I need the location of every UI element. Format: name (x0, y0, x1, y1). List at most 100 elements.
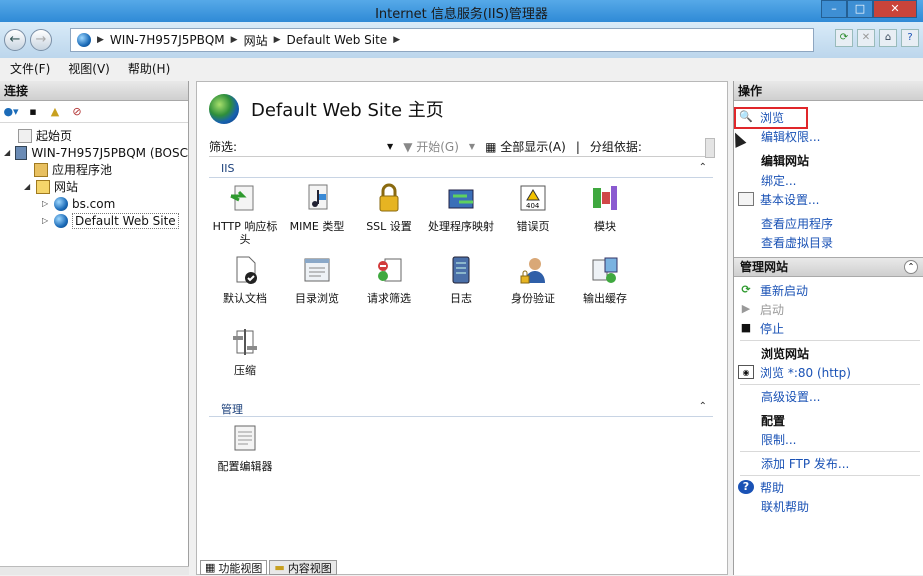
close-button[interactable]: ✕ (873, 0, 917, 18)
menu-help[interactable]: 帮助(H) (128, 60, 170, 77)
highlight-box (734, 107, 808, 129)
configuration-editor-icon (229, 422, 261, 454)
menu-bar: 文件(F) 视图(V) 帮助(H) (0, 58, 923, 78)
home-icon[interactable]: ⌂ (879, 29, 897, 47)
start-dropdown-icon[interactable]: ▼ (469, 142, 475, 151)
collapse-icon[interactable]: ⌃ (699, 162, 707, 173)
action-help[interactable]: ? 帮助 (738, 479, 784, 495)
minimize-button[interactable]: – (821, 0, 847, 18)
tree-item-sites[interactable]: ◢ 网站 (0, 178, 188, 195)
title-bar: Internet 信息服务(IIS)管理器 – □ ✕ (0, 0, 923, 22)
action-browse-80[interactable]: ◉ 浏览 *:80 (http) (738, 364, 851, 380)
expand-arrow-icon[interactable]: ▷ (42, 216, 50, 225)
collapse-icon[interactable]: ⌃ (699, 401, 707, 412)
action-advanced-settings[interactable]: 高级设置... (761, 388, 820, 404)
vertical-scrollbar[interactable] (705, 138, 715, 158)
action-add-ftp[interactable]: 添加 FTP 发布... (761, 455, 849, 471)
action-stop[interactable]: ■ 停止 (738, 320, 784, 336)
default-document-icon (229, 254, 261, 286)
action-basic-settings[interactable]: 基本设置... (738, 191, 819, 207)
feature-error-pages[interactable]: 404 错误页 (497, 182, 569, 233)
action-bindings[interactable]: 绑定... (761, 172, 796, 188)
collapse-arrow-icon[interactable]: ◢ (4, 148, 11, 157)
connect-icon[interactable]: ●▾ (3, 104, 19, 120)
collapse-arrow-icon[interactable]: ◢ (24, 182, 32, 191)
save-icon[interactable]: ▪ (25, 104, 41, 120)
feature-default-document[interactable]: 默认文档 (209, 254, 281, 305)
separator (740, 340, 920, 341)
horizontal-scrollbar[interactable] (0, 566, 189, 575)
action-start[interactable]: ▶ 启动 (738, 301, 784, 317)
filter-dropdown-icon[interactable]: ▼ (387, 142, 393, 151)
breadcrumb-arrow-icon: ▶ (273, 35, 281, 45)
start-page-icon (18, 128, 32, 143)
content-view-icon: ▬ (274, 561, 285, 574)
separator (740, 384, 920, 385)
group-edit-site: 编辑网站 (761, 154, 810, 168)
collapse-icon[interactable]: ⌃ (904, 260, 918, 274)
maximize-button[interactable]: □ (847, 0, 873, 18)
output-caching-icon (589, 254, 621, 286)
feature-handler-mappings[interactable]: 处理程序映射 (425, 182, 497, 233)
start-icon: ▶ (741, 302, 751, 315)
action-restart[interactable]: ⟳ 重新启动 (738, 282, 808, 298)
disconnect-icon[interactable]: ⊘ (69, 104, 85, 120)
features-panel: Default Web Site 主页 筛选: ▼ ▼ 开始(G) ▼ ▦ 全部… (196, 81, 728, 575)
address-bar[interactable]: ▶ WIN-7H957J5PBQM ▶ 网站 ▶ Default Web Sit… (70, 28, 814, 52)
section-management[interactable]: 管理 ⌃ (209, 401, 713, 417)
help-icon[interactable]: ? (901, 29, 919, 47)
feature-output-caching[interactable]: 输出缓存 (569, 254, 641, 305)
tree-item-start-page[interactable]: 起始页 (0, 127, 188, 144)
http-headers-icon (229, 182, 261, 214)
page-title: Default Web Site 主页 (251, 100, 444, 121)
feature-configuration-editor[interactable]: 配置编辑器 (209, 422, 281, 473)
breadcrumb-sites[interactable]: 网站 (244, 32, 268, 49)
breadcrumb-site[interactable]: Default Web Site (287, 33, 388, 47)
filter-bar: 筛选: ▼ ▼ 开始(G) ▼ ▦ 全部显示(A) | 分组依据: (209, 137, 713, 157)
start-filter-button[interactable]: ▼ 开始(G) (403, 138, 459, 155)
group-by-label[interactable]: 分组依据: (590, 138, 642, 155)
action-view-virtual-dirs[interactable]: 查看虚拟目录 (761, 234, 833, 250)
menu-file[interactable]: 文件(F) (10, 60, 50, 77)
action-view-applications[interactable]: 查看应用程序 (761, 215, 833, 231)
feature-logging[interactable]: 日志 (425, 254, 497, 305)
feature-authentication[interactable]: 身份验证 (497, 254, 569, 305)
feature-ssl-settings[interactable]: SSL 设置 (353, 182, 425, 233)
action-online-help[interactable]: 联机帮助 (761, 498, 809, 514)
connections-panel: 连接 ●▾ ▪ ▲ ⊘ 起始页 ◢ WIN-7H957J5PBQM (BOSC … (0, 81, 189, 575)
window-title: Internet 信息服务(IIS)管理器 (375, 7, 548, 22)
feature-mime-types[interactable]: MIME 类型 (281, 182, 353, 233)
feature-request-filtering[interactable]: 请求筛选 (353, 254, 425, 305)
back-button[interactable]: ← (4, 29, 26, 51)
feature-http-response-headers[interactable]: HTTP 响应标头 (209, 182, 281, 246)
menu-view[interactable]: 视图(V) (68, 60, 110, 77)
action-limits[interactable]: 限制... (761, 431, 796, 447)
svg-text:404: 404 (526, 202, 540, 210)
expand-arrow-icon[interactable]: ▷ (42, 199, 50, 208)
logging-icon (445, 254, 477, 286)
group-browse-site: 浏览网站 (761, 347, 810, 361)
browser-window-icon: ◉ (738, 365, 754, 379)
folder-up-icon[interactable]: ▲ (47, 104, 63, 120)
directory-browsing-icon (301, 254, 333, 286)
show-all-button[interactable]: ▦ 全部显示(A) (485, 138, 566, 155)
tab-features-view[interactable]: ▦ 功能视图 (200, 560, 268, 575)
section-iis[interactable]: IIS ⌃ (209, 162, 713, 178)
tree-item-bs-com[interactable]: ▷ bs.com (0, 195, 188, 212)
breadcrumb-server[interactable]: WIN-7H957J5PBQM (110, 33, 225, 47)
forward-button[interactable]: → (30, 29, 52, 51)
filter-label: 筛选: (209, 140, 238, 154)
feature-compression[interactable]: 压缩 (209, 326, 281, 377)
tab-content-view[interactable]: ▬ 内容视图 (269, 560, 337, 575)
stop-icon[interactable]: ✕ (857, 29, 875, 47)
feature-modules[interactable]: 模块 (569, 182, 641, 233)
tree-item-default-web-site[interactable]: ▷ Default Web Site (0, 212, 188, 229)
action-edit-permissions[interactable]: 编辑权限... (761, 128, 820, 144)
feature-directory-browsing[interactable]: 目录浏览 (281, 254, 353, 305)
refresh-icon[interactable]: ⟳ (835, 29, 853, 47)
tree-item-server[interactable]: ◢ WIN-7H957J5PBQM (BOSC (0, 144, 188, 161)
app-pools-icon (34, 162, 48, 177)
request-filtering-icon (373, 254, 405, 286)
separator (740, 451, 920, 452)
tree-item-app-pools[interactable]: 应用程序池 (0, 161, 188, 178)
